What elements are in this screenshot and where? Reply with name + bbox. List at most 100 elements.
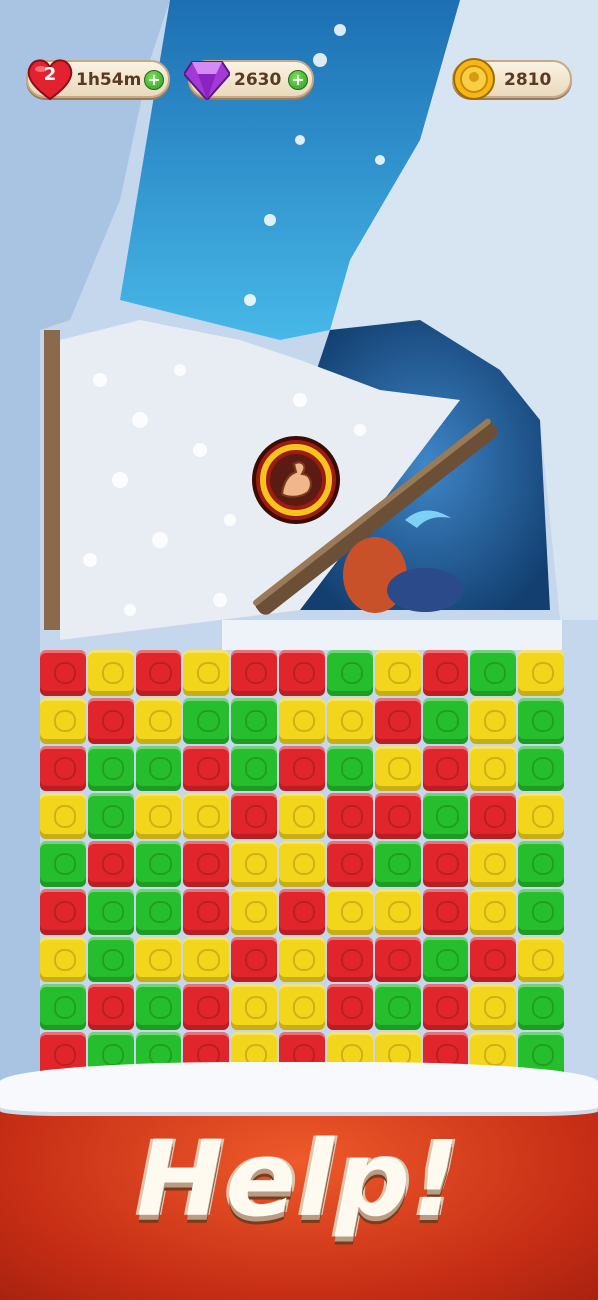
yellow-block-tile[interactable] — [40, 793, 86, 840]
red-block-tile[interactable] — [183, 841, 230, 887]
green-block-tile[interactable] — [326, 650, 373, 696]
red-block-tile[interactable] — [231, 793, 278, 840]
red-block-tile[interactable] — [279, 650, 325, 696]
yellow-block-tile[interactable] — [183, 793, 230, 840]
yellow-block-tile[interactable] — [279, 984, 325, 1031]
green-block-tile[interactable] — [87, 936, 134, 983]
red-block-tile[interactable] — [135, 650, 182, 696]
yellow-block-tile[interactable] — [374, 650, 421, 696]
red-block-tile[interactable] — [231, 936, 278, 983]
puzzle-board[interactable] — [40, 650, 564, 1078]
red-block-tile[interactable] — [183, 984, 230, 1031]
lives-timer: 1h54m — [76, 70, 142, 90]
red-block-tile[interactable] — [374, 793, 421, 840]
yellow-block-tile[interactable] — [470, 984, 517, 1031]
gems-count: 2630 — [234, 70, 282, 90]
yellow-block-tile[interactable] — [135, 936, 182, 983]
yellow-block-tile[interactable] — [231, 841, 278, 887]
green-block-tile[interactable] — [422, 936, 469, 983]
green-block-tile[interactable] — [135, 984, 182, 1031]
yellow-block-tile[interactable] — [374, 888, 421, 935]
green-block-tile[interactable] — [135, 888, 182, 935]
yellow-block-tile[interactable] — [326, 697, 373, 744]
yellow-block-tile[interactable] — [470, 745, 517, 792]
gem-icon — [184, 61, 230, 100]
green-block-tile[interactable] — [135, 841, 182, 887]
yellow-block-tile[interactable] — [231, 984, 278, 1031]
yellow-block-tile[interactable] — [279, 841, 325, 887]
red-block-tile[interactable] — [422, 888, 469, 935]
yellow-block-tile[interactable] — [135, 697, 182, 744]
green-block-tile[interactable] — [87, 888, 134, 935]
red-block-tile[interactable] — [87, 697, 134, 744]
green-block-tile[interactable] — [518, 888, 564, 935]
red-block-tile[interactable] — [40, 888, 86, 935]
red-block-tile[interactable] — [422, 984, 469, 1031]
yellow-block-tile[interactable] — [87, 650, 134, 696]
red-block-tile[interactable] — [470, 793, 517, 840]
green-block-tile[interactable] — [326, 745, 373, 792]
coins-count: 2810 — [504, 70, 552, 90]
red-block-tile[interactable] — [231, 650, 278, 696]
green-block-tile[interactable] — [374, 841, 421, 887]
red-block-tile[interactable] — [326, 793, 373, 840]
green-block-tile[interactable] — [422, 793, 469, 840]
green-block-tile[interactable] — [518, 745, 564, 792]
yellow-block-tile[interactable] — [40, 697, 86, 744]
coin-icon — [453, 58, 495, 100]
red-block-tile[interactable] — [326, 984, 373, 1031]
flexed-arm-icon — [260, 444, 332, 516]
yellow-block-tile[interactable] — [470, 697, 517, 744]
green-block-tile[interactable] — [518, 984, 564, 1031]
red-block-tile[interactable] — [374, 697, 421, 744]
red-block-tile[interactable] — [422, 650, 469, 696]
red-block-tile[interactable] — [374, 936, 421, 983]
yellow-block-tile[interactable] — [279, 793, 325, 840]
red-block-tile[interactable] — [279, 745, 325, 792]
red-block-tile[interactable] — [422, 745, 469, 792]
yellow-block-tile[interactable] — [470, 841, 517, 887]
yellow-block-tile[interactable] — [231, 888, 278, 935]
green-block-tile[interactable] — [518, 697, 564, 744]
red-block-tile[interactable] — [87, 984, 134, 1031]
yellow-block-tile[interactable] — [518, 936, 564, 983]
yellow-block-tile[interactable] — [183, 650, 230, 696]
yellow-block-tile[interactable] — [326, 888, 373, 935]
yellow-block-tile[interactable] — [40, 936, 86, 983]
green-block-tile[interactable] — [87, 793, 134, 840]
help-banner-title: Help! — [136, 1118, 462, 1240]
green-block-tile[interactable] — [231, 745, 278, 792]
yellow-block-tile[interactable] — [279, 697, 325, 744]
red-block-tile[interactable] — [326, 936, 373, 983]
red-block-tile[interactable] — [183, 888, 230, 935]
yellow-block-tile[interactable] — [374, 745, 421, 792]
add-lives-button[interactable]: + — [144, 70, 164, 90]
green-block-tile[interactable] — [470, 650, 517, 696]
lives-count: 2 — [43, 64, 57, 85]
yellow-block-tile[interactable] — [183, 936, 230, 983]
add-gems-button[interactable]: + — [288, 70, 308, 90]
red-block-tile[interactable] — [183, 745, 230, 792]
red-block-tile[interactable] — [326, 841, 373, 887]
green-block-tile[interactable] — [422, 697, 469, 744]
green-block-tile[interactable] — [374, 984, 421, 1031]
green-block-tile[interactable] — [183, 697, 230, 744]
red-block-tile[interactable] — [422, 841, 469, 887]
green-block-tile[interactable] — [135, 745, 182, 792]
green-block-tile[interactable] — [518, 841, 564, 887]
green-block-tile[interactable] — [40, 984, 86, 1031]
red-block-tile[interactable] — [40, 745, 86, 792]
red-block-tile[interactable] — [87, 841, 134, 887]
red-block-tile[interactable] — [40, 650, 86, 696]
green-block-tile[interactable] — [40, 841, 86, 887]
yellow-block-tile[interactable] — [518, 650, 564, 696]
yellow-block-tile[interactable] — [279, 936, 325, 983]
yellow-block-tile[interactable] — [470, 888, 517, 935]
green-block-tile[interactable] — [87, 745, 134, 792]
yellow-block-tile[interactable] — [518, 793, 564, 840]
red-block-tile[interactable] — [279, 888, 325, 935]
booster-button[interactable] — [252, 436, 340, 524]
red-block-tile[interactable] — [470, 936, 517, 983]
yellow-block-tile[interactable] — [135, 793, 182, 840]
green-block-tile[interactable] — [231, 697, 278, 744]
